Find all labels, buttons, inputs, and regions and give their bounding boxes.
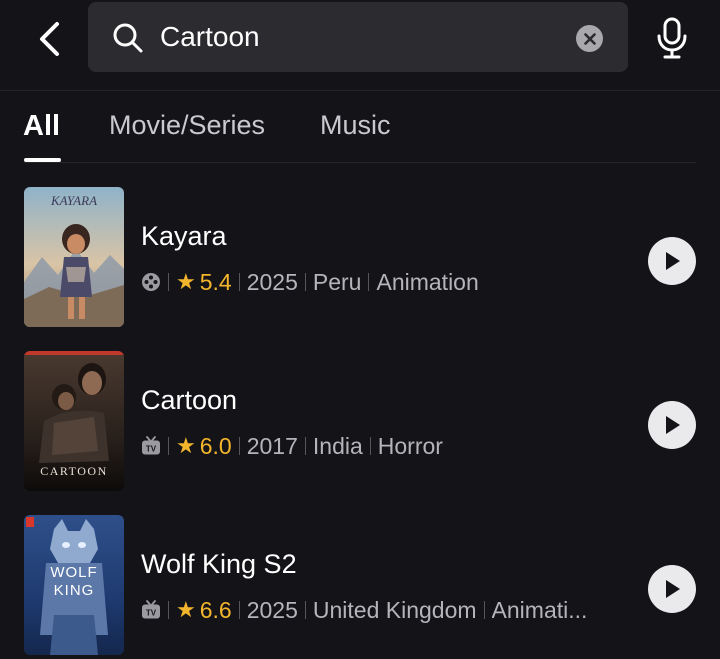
- poster-title-text: WOLF: [50, 564, 97, 581]
- result-meta: ★ 5.4 2025 Peru Animation: [141, 267, 631, 297]
- rating-value: 5.4: [199, 268, 232, 295]
- filter-tabs: All Movie/Series Music: [0, 100, 720, 162]
- star-icon: ★: [176, 269, 196, 294]
- rating-value: 6.0: [199, 432, 232, 459]
- back-button[interactable]: [30, 18, 68, 60]
- svg-text:TV: TV: [146, 445, 157, 454]
- tab-movie-series[interactable]: Movie/Series: [109, 110, 265, 141]
- year: 2017: [246, 432, 298, 459]
- country: United Kingdom: [312, 596, 477, 623]
- poster-title-text: CARTOON: [40, 464, 108, 478]
- result-title: Cartoon: [141, 385, 238, 415]
- microphone-icon: [657, 17, 687, 59]
- tv-icon: TV: [141, 600, 161, 620]
- year: 2025: [246, 268, 298, 295]
- search-icon: [113, 23, 143, 53]
- list-item[interactable]: WOLF KING Wolf King S2 TV ★ 6.6 2025 Uni…: [0, 515, 720, 659]
- country: India: [312, 432, 363, 459]
- play-icon: [666, 580, 680, 598]
- poster-image: WOLF KING: [24, 515, 124, 655]
- genre: Animati...: [491, 596, 588, 623]
- film-reel-icon: [141, 272, 161, 292]
- search-input[interactable]: [160, 16, 580, 58]
- play-button[interactable]: [648, 237, 696, 285]
- chevron-left-icon: [40, 22, 59, 56]
- genre: Horror: [377, 432, 443, 459]
- country: Peru: [312, 268, 362, 295]
- top-bar: [0, 0, 720, 90]
- svg-text:TV: TV: [146, 609, 157, 618]
- play-button[interactable]: [648, 565, 696, 613]
- result-meta: TV ★ 6.0 2017 India Horror: [141, 431, 631, 461]
- rating-value: 6.6: [199, 596, 232, 623]
- result-title: Wolf King S2: [141, 549, 297, 579]
- header-divider: [0, 90, 720, 91]
- play-button[interactable]: [648, 401, 696, 449]
- genre: Animation: [376, 268, 479, 295]
- result-title: Kayara: [141, 221, 227, 251]
- year: 2025: [246, 596, 298, 623]
- poster-image: KAYARA: [24, 187, 124, 327]
- tab-music[interactable]: Music: [320, 110, 391, 141]
- voice-search-button[interactable]: [652, 15, 692, 61]
- poster-title-text: KAYARA: [50, 193, 97, 208]
- play-icon: [666, 416, 680, 434]
- tab-all[interactable]: All: [23, 110, 60, 143]
- star-icon: ★: [176, 433, 196, 458]
- tabs-divider: [24, 162, 696, 163]
- list-item[interactable]: KAYARA Kayara ★ 5.4 2025 Peru Animation: [0, 187, 720, 331]
- poster-title-text: KING: [54, 582, 95, 599]
- search-box[interactable]: [88, 2, 628, 72]
- clear-search-button[interactable]: [576, 25, 603, 52]
- tv-icon: TV: [141, 436, 161, 456]
- close-icon: [583, 32, 596, 45]
- play-icon: [666, 252, 680, 270]
- result-meta: TV ★ 6.6 2025 United Kingdom Animati...: [141, 595, 631, 625]
- list-item[interactable]: CARTOON Cartoon TV ★ 6.0 2017 India Horr…: [0, 351, 720, 495]
- star-icon: ★: [176, 597, 196, 622]
- poster-image: CARTOON: [24, 351, 124, 491]
